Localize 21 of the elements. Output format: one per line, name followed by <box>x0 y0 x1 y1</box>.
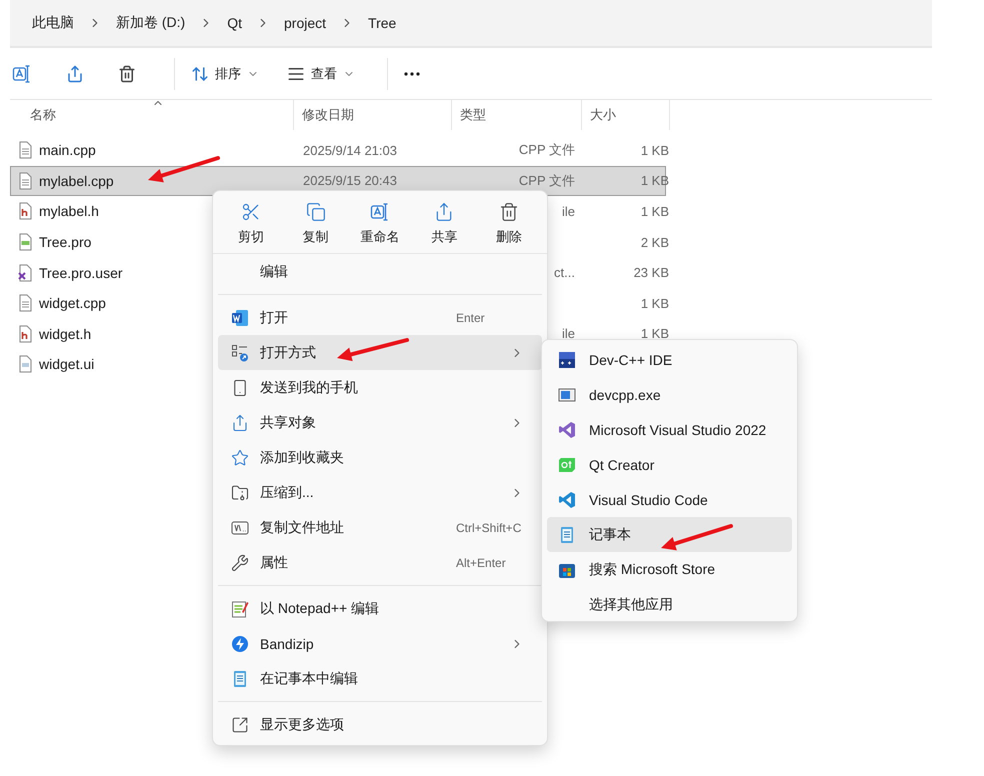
file-size: 1 KB <box>640 326 670 342</box>
file-type: CPP 文件 <box>518 141 575 160</box>
file-type: ile <box>562 204 575 219</box>
file-name: mylabel.cpp <box>39 172 114 189</box>
file-size: 1 KB <box>640 296 670 311</box>
file-name: mylabel.h <box>39 203 99 220</box>
file-type: ct... <box>554 265 575 280</box>
file-name: widget.h <box>39 326 92 342</box>
modified-date: 2025/9/15 20:43 <box>302 173 398 188</box>
file-name: Tree.pro.user <box>39 264 123 281</box>
file-type: ile <box>562 326 575 342</box>
file-name: widget.ui <box>39 356 94 372</box>
file-size: 23 KB <box>632 265 670 280</box>
file-name: Tree.pro <box>39 234 92 250</box>
file-name: main.cpp <box>39 142 96 158</box>
modified-date: 2025/9/14 21:03 <box>302 142 398 158</box>
file-type: CPP 文件 <box>518 172 575 190</box>
file-size: 1 KB <box>640 142 670 158</box>
file-size: 1 KB <box>640 204 670 219</box>
file-name: widget.cpp <box>39 295 106 312</box>
file-size: 2 KB <box>640 234 670 250</box>
